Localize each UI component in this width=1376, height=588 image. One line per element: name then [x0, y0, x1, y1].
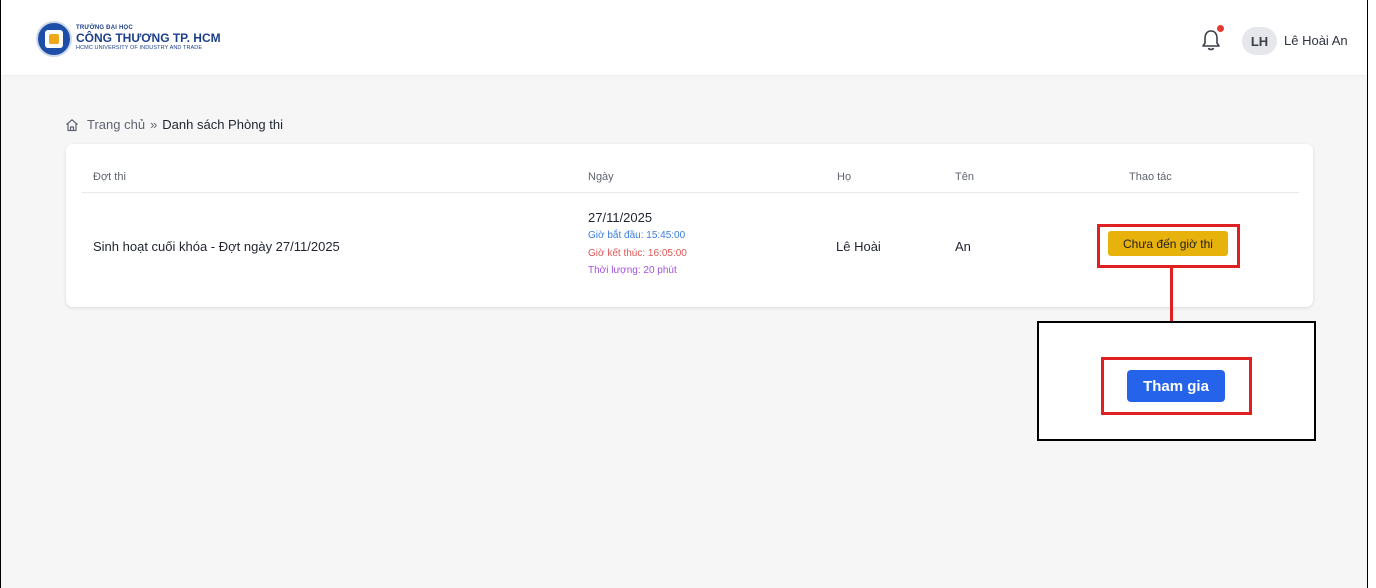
exam-date: 27/11/2025: [588, 210, 653, 225]
top-bar: TRƯỜNG ĐẠI HỌC CÔNG THƯƠNG TP. HCM HCMC …: [1, 0, 1367, 76]
notification-badge: [1217, 25, 1224, 32]
first-name: An: [955, 239, 971, 254]
duration: Thời lượng: 20 phút: [588, 265, 677, 276]
university-logo[interactable]: [36, 21, 72, 57]
app-frame: TRƯỜNG ĐẠI HỌC CÔNG THƯƠNG TP. HCM HCMC …: [0, 0, 1368, 588]
end-time: Giờ kết thúc: 16:05:00: [588, 248, 687, 259]
logo-emblem-icon: [45, 30, 63, 48]
start-time: Giờ bắt đầu: 15:45:00: [588, 230, 686, 241]
column-header-first-name: Tên: [955, 171, 974, 183]
breadcrumb-separator: »: [150, 117, 158, 132]
highlight-box-status: [1097, 224, 1240, 268]
column-header-exam: Đợt thi: [93, 171, 126, 183]
breadcrumb-current: Danh sách Phòng thi: [162, 117, 283, 132]
logo-line-2: CÔNG THƯƠNG TP. HCM: [76, 31, 221, 45]
breadcrumb: Trang chủ » Danh sách Phòng thi: [65, 117, 283, 132]
column-header-last-name: Họ: [837, 171, 852, 183]
highlight-box-join: [1101, 357, 1252, 415]
user-name[interactable]: Lê Hoài An: [1284, 33, 1348, 48]
home-icon[interactable]: [65, 118, 79, 132]
avatar[interactable]: LH: [1242, 27, 1277, 55]
logo-text: TRƯỜNG ĐẠI HỌC CÔNG THƯƠNG TP. HCM HCMC …: [76, 25, 221, 52]
exam-name: Sinh hoạt cuối khóa - Đợt ngày 27/11/202…: [93, 239, 340, 254]
column-header-date: Ngày: [588, 171, 614, 183]
last-name: Lê Hoài: [836, 239, 881, 254]
header-divider: [81, 192, 1299, 193]
breadcrumb-home[interactable]: Trang chủ: [87, 117, 145, 132]
column-header-actions: Thao tác: [1129, 171, 1172, 183]
logo-line-3: HCMC UNIVERSITY OF INDUSTRY AND TRADE: [76, 45, 203, 51]
